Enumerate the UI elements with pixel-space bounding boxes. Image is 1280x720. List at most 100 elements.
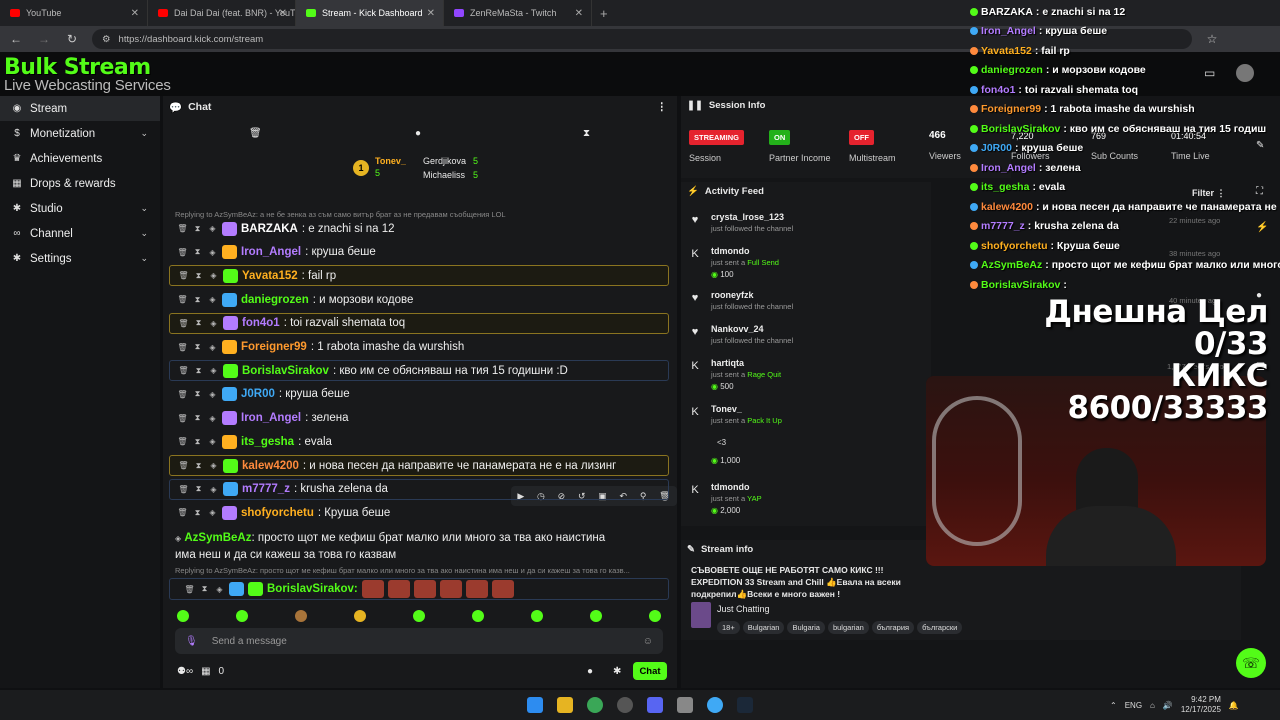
forward-icon[interactable]: → <box>36 32 52 46</box>
browser-tab[interactable]: YouTube ✕ <box>0 0 148 26</box>
trash-icon[interactable]: 🗑 <box>177 508 188 517</box>
back-icon[interactable]: ← <box>8 32 24 46</box>
username[interactable]: J0R00 <box>241 388 275 400</box>
trash-icon[interactable]: 🗑 <box>178 485 189 494</box>
support-button[interactable]: ☏ <box>1236 648 1266 678</box>
chat-message[interactable]: 🗑 ⧗ ◈ kalew4200: и нова песен да направите … <box>169 455 669 476</box>
trash-icon[interactable]: 🗑 <box>177 295 188 304</box>
username[interactable]: Iron_Angel <box>241 246 301 258</box>
emote-button[interactable] <box>590 610 602 622</box>
emote-button[interactable] <box>354 610 366 622</box>
timeout-icon[interactable]: ⧗ <box>192 508 203 518</box>
emote-button[interactable] <box>531 610 543 622</box>
username[interactable]: shofyorchetu <box>241 507 314 519</box>
username[interactable]: its_gesha <box>241 436 294 448</box>
timeout-icon[interactable]: ⧗ <box>193 318 204 328</box>
chevron-up-icon[interactable]: ⌃ <box>1110 701 1117 710</box>
emote-button[interactable] <box>472 610 484 622</box>
volume-icon[interactable]: 🔊 <box>1163 701 1173 710</box>
trash-icon[interactable]: 🗑 <box>177 248 188 257</box>
chat-message[interactable]: 🗑 ⧗ ◈ J0R00: круша беше <box>169 384 669 405</box>
app-icon[interactable] <box>707 697 723 713</box>
emote-button[interactable] <box>177 610 189 622</box>
emote-button[interactable] <box>649 610 661 622</box>
network-icon[interactable]: ⌂ <box>1150 701 1155 710</box>
timeout-icon[interactable]: ⧗ <box>193 461 204 471</box>
sidebar-item-achievements[interactable]: ♛ Achievements <box>0 146 160 171</box>
sidebar-item-monetization[interactable]: $ Monetization ⌄ <box>0 121 160 146</box>
users-icon[interactable]: ⚉∞ <box>177 666 193 677</box>
obs-icon[interactable] <box>617 697 633 713</box>
clock[interactable]: 9:42 PM 12/17/2025 <box>1181 695 1221 715</box>
chat-message[interactable]: 🗑 ⧗ ◈ its_gesha: evala <box>169 431 669 452</box>
notification-icon[interactable]: 🔔 <box>1229 701 1239 710</box>
chrome-icon[interactable] <box>587 697 603 713</box>
chat-message[interactable]: 🗑 ⧗ ◈ BorislavSirakov: кво им се обясняваш … <box>169 360 669 382</box>
tag[interactable]: Bulgarian <box>742 621 785 634</box>
new-tab-button[interactable]: + <box>592 6 608 21</box>
browser-tab[interactable]: ZenReMaSta - Twitch ✕ <box>444 0 592 26</box>
username[interactable]: BorislavSirakov <box>242 365 329 377</box>
trash-icon[interactable]: 🗑 <box>178 319 189 328</box>
username[interactable]: Yavata152 <box>242 270 298 282</box>
more-icon[interactable]: ⋮ <box>657 101 668 113</box>
settings-icon[interactable] <box>677 697 693 713</box>
browser-tab-active[interactable]: Stream - Kick Dashboard ✕ <box>296 0 444 26</box>
sidebar-item-settings[interactable]: ✱ Settings ⌄ <box>0 246 160 271</box>
timeout-icon[interactable]: ⧗ <box>192 389 203 399</box>
gear-icon[interactable]: ✱ <box>613 666 621 677</box>
sidebar-item-drops[interactable]: ▦ Drops & rewards <box>0 171 160 196</box>
emote-button[interactable] <box>413 610 425 622</box>
timeout-icon[interactable]: ⧗ <box>192 224 203 234</box>
emoji-icon[interactable]: ☺ <box>643 636 653 647</box>
language-indicator[interactable]: ENG <box>1125 701 1142 710</box>
tag[interactable]: Bulgaria <box>787 621 825 634</box>
chat-message[interactable]: 🗑 ⧗ ◈ shofyorchetu: Круша беше <box>169 502 669 523</box>
tag[interactable]: български <box>917 621 963 634</box>
hourglass-icon[interactable]: ⧗ <box>583 128 590 139</box>
discord-icon[interactable] <box>647 697 663 713</box>
chat-message[interactable]: 🗑 ⧗ ◈ Foreigner99: 1 rabota imashe da wursh… <box>169 337 669 358</box>
chat-input[interactable]: 🎙 Send a message ☺ <box>175 628 663 654</box>
username[interactable]: Foreigner99 <box>241 341 307 353</box>
chat-message[interactable]: 🗑 ⧗ ◈ Yavata152: fail rp <box>169 265 669 287</box>
close-icon[interactable]: ✕ <box>279 8 287 19</box>
username[interactable]: BorislavSirakov: <box>267 583 358 595</box>
chat-message[interactable]: 🗑 ⧗ ◈ fon4o1: toi razvali shemata toq <box>169 312 669 334</box>
close-icon[interactable]: ✕ <box>131 8 139 19</box>
tag[interactable]: българия <box>871 621 915 634</box>
close-icon[interactable]: ✕ <box>575 8 583 19</box>
username[interactable]: daniegrozen <box>241 294 309 306</box>
list-icon[interactable]: ☰ <box>1256 362 1265 373</box>
chat-bubble-icon[interactable]: ● <box>1256 290 1262 301</box>
timeout-icon[interactable]: ⧗ <box>199 584 210 594</box>
fullscreen-icon[interactable]: ⛶ <box>1256 186 1263 197</box>
timeout-icon[interactable]: ⧗ <box>193 366 204 376</box>
pencil-icon[interactable]: ✎ <box>1256 140 1264 151</box>
tag[interactable]: 18+ <box>717 621 740 634</box>
close-icon[interactable]: ✕ <box>427 8 435 19</box>
mic-icon[interactable]: 🎙 <box>185 636 198 647</box>
timeout-icon[interactable]: ⧗ <box>193 484 204 494</box>
chat-message[interactable]: 🗑 ⧗ ◈ BARZAKA: e znachi si na 12 <box>169 218 669 239</box>
trash-icon[interactable]: 🗑 <box>177 437 188 446</box>
sidebar-item-studio[interactable]: ✱ Studio ⌄ <box>0 196 160 221</box>
site-info-icon[interactable]: ⚙ <box>102 34 111 45</box>
timeout-icon[interactable]: ⧗ <box>192 295 203 305</box>
bolt-icon[interactable]: ⚡ <box>1256 222 1268 233</box>
trash-icon[interactable]: 🗑 <box>184 585 195 594</box>
reload-icon[interactable]: ↻ <box>64 32 80 46</box>
trash-icon[interactable]: 🗑 <box>177 343 188 352</box>
windows-start-icon[interactable] <box>527 697 543 713</box>
chat-bubble-icon[interactable]: ● <box>415 128 421 139</box>
chat-message[interactable]: 🗑 ⧗ ◈ Iron_Angel: круша беше <box>169 242 669 263</box>
username[interactable]: BARZAKA <box>241 223 298 235</box>
send-chat-button[interactable]: Chat <box>633 662 667 680</box>
username[interactable]: kalew4200 <box>242 460 299 472</box>
chat-message-long[interactable]: ◈ AzSymBeAz: просто щот ме кефиш брат ма… <box>169 530 669 564</box>
chat-message[interactable]: 🗑 ⧗ ◈ Iron_Angel: зелена <box>169 408 669 429</box>
username[interactable]: m7777_z <box>242 483 290 495</box>
gift-icon[interactable]: ▦ <box>201 666 210 677</box>
browser-tab[interactable]: Dai Dai Dai (feat. BNR) - YouTub ✕ <box>148 0 296 26</box>
trash-icon[interactable]: 🗑 <box>178 461 189 470</box>
